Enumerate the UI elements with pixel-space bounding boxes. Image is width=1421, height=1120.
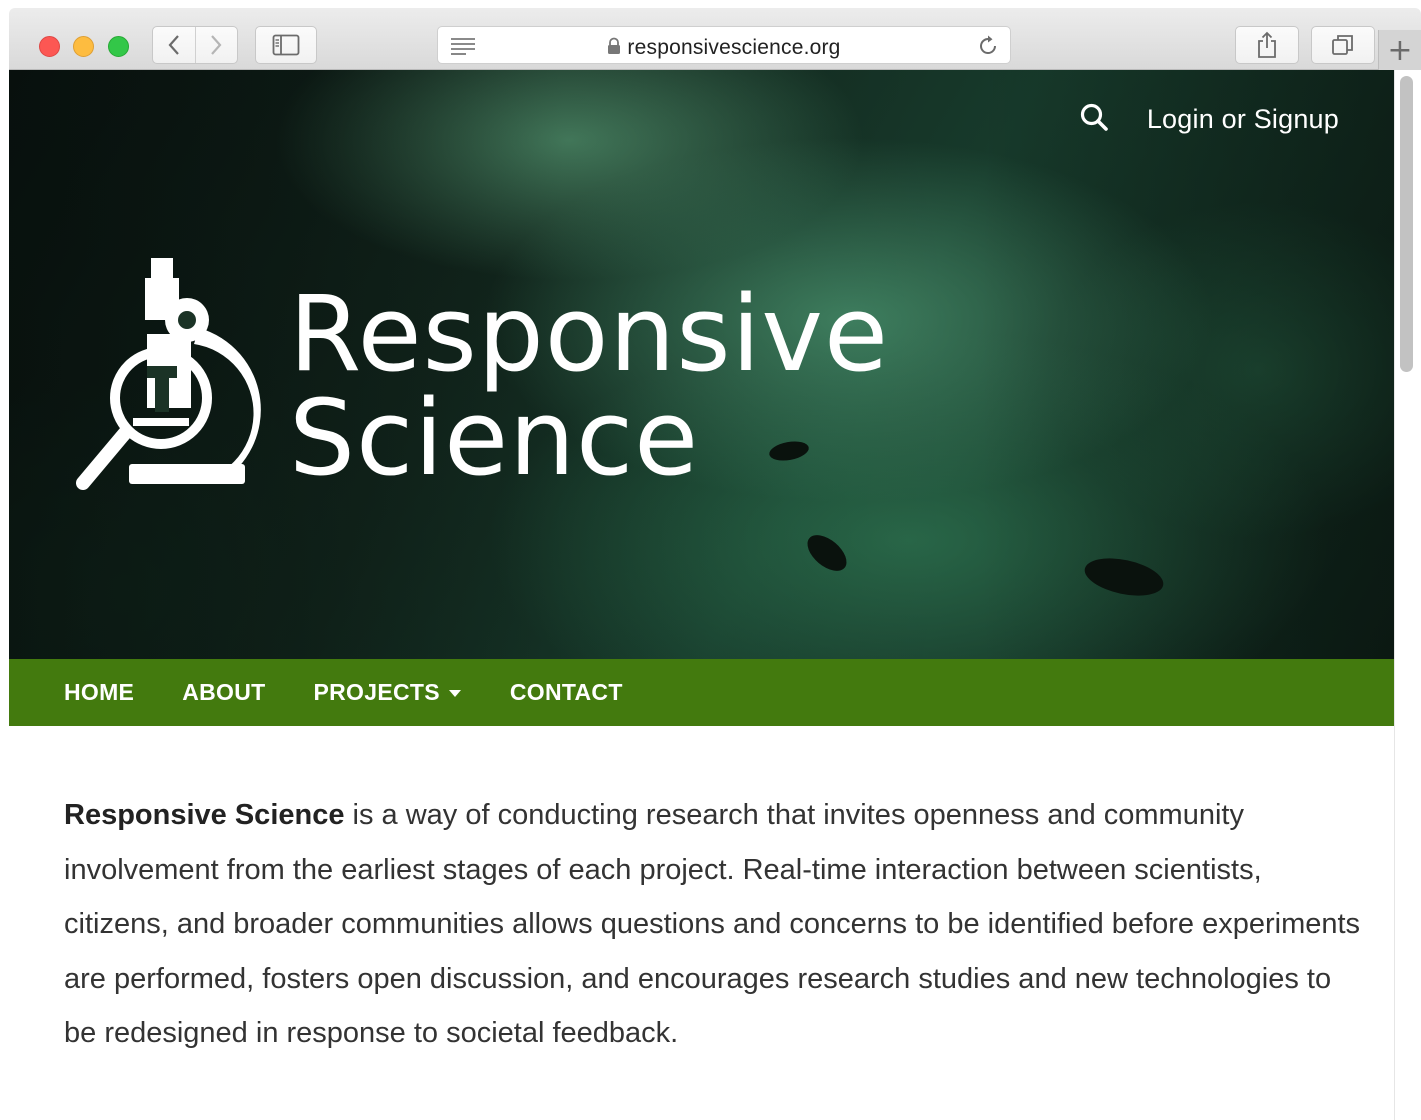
url-display[interactable]: responsivescience.org [438, 36, 1010, 61]
caret-down-icon [448, 689, 461, 697]
sidebar-toggle-button[interactable] [255, 26, 317, 64]
forward-button[interactable] [194, 27, 237, 63]
hero-top-links: Login or Signup [1079, 102, 1339, 137]
back-button[interactable] [153, 27, 195, 63]
share-button[interactable] [1235, 26, 1299, 64]
history-nav-group [152, 26, 238, 64]
reload-button[interactable] [976, 34, 1000, 63]
nav-item-projects-label: PROJECTS [313, 679, 440, 705]
hero-banner: Login or Signup Responsive Science [9, 70, 1394, 659]
nav-item-home[interactable]: HOME [64, 679, 134, 706]
main-navigation: HOME ABOUT PROJECTS CONTACT [9, 659, 1394, 726]
close-window-button[interactable] [39, 36, 60, 57]
site-logo-text[interactable]: Responsive Science [289, 282, 889, 490]
page-scrollbar-thumb[interactable] [1400, 76, 1413, 372]
new-tab-button[interactable]: + [1378, 30, 1421, 70]
search-icon [1080, 103, 1108, 131]
microscope-logo-icon[interactable] [69, 258, 269, 503]
tab-overview-button[interactable] [1311, 26, 1375, 64]
chevron-right-icon [211, 35, 222, 55]
search-button[interactable] [1079, 102, 1109, 137]
address-bar[interactable]: responsivescience.org [437, 26, 1011, 64]
reload-icon [980, 35, 997, 55]
browser-toolbar: responsivescience.org [9, 8, 1421, 70]
share-icon [1258, 31, 1276, 58]
tabs-overview-icon [1332, 35, 1353, 55]
nav-item-contact[interactable]: CONTACT [510, 679, 623, 706]
login-signup-link[interactable]: Login or Signup [1147, 104, 1339, 135]
zoom-window-button[interactable] [108, 36, 129, 57]
nav-item-about[interactable]: ABOUT [182, 679, 265, 706]
sidebar-icon [272, 34, 300, 56]
url-text: responsivescience.org [627, 36, 841, 59]
lock-icon [607, 37, 621, 61]
minimize-window-button[interactable] [73, 36, 94, 57]
logo-line-science: Science [289, 377, 700, 499]
intro-paragraph: Responsive Science is a way of conductin… [64, 788, 1364, 1061]
plus-icon: + [1387, 32, 1413, 68]
intro-text: is a way of conducting research that inv… [64, 799, 1361, 1049]
nav-item-projects[interactable]: PROJECTS [313, 679, 461, 706]
intro-lead-bold: Responsive Science [64, 799, 345, 831]
chevron-left-icon [168, 35, 179, 55]
logo-line-responsive: Responsive [289, 273, 889, 395]
